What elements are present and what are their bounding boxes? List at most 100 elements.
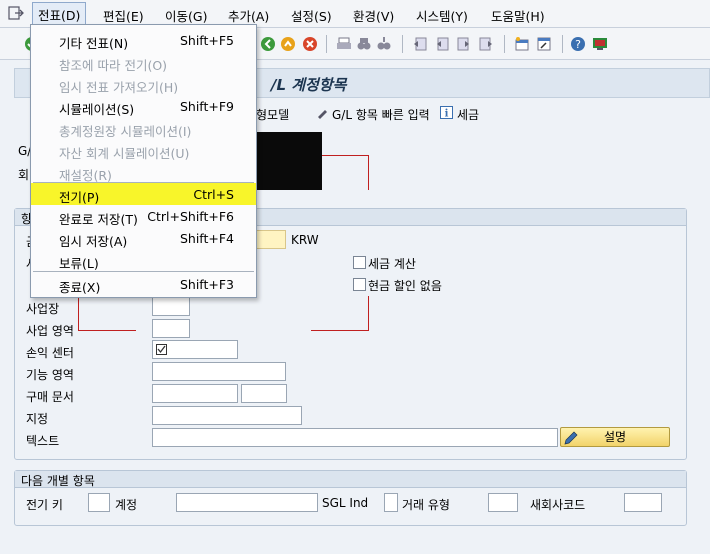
business-place-field[interactable] xyxy=(152,297,190,316)
profit-center-label: 손익 센터 xyxy=(26,346,74,360)
sgl-ind-label: SGL Ind xyxy=(322,496,369,510)
edit-icon xyxy=(318,110,327,119)
menu-item-label: 참조에 따라 전기(O) xyxy=(59,58,168,73)
posting-key-field[interactable] xyxy=(88,493,110,512)
business-area-field[interactable] xyxy=(152,319,190,338)
svg-text:i: i xyxy=(445,109,449,120)
find-icon[interactable] xyxy=(356,36,372,52)
help-icon[interactable]: ? xyxy=(570,36,586,52)
menu-item-save-as-completed[interactable]: 완료로 저장(T) Ctrl+Shift+F6 xyxy=(31,205,256,227)
menu-edit[interactable]: 편집(E) xyxy=(103,6,144,25)
menu-item-label: 종료(X) xyxy=(59,280,101,295)
amount-field[interactable] xyxy=(254,230,286,249)
purchasing-doc-label: 구매 문서 xyxy=(26,390,74,404)
profit-center-field[interactable] xyxy=(152,340,238,359)
functional-area-field[interactable] xyxy=(152,362,286,381)
menu-item-hold[interactable]: 보류(L) xyxy=(31,249,256,271)
cancel-icon[interactable] xyxy=(302,36,318,52)
company-code-label: 회 xyxy=(18,168,30,182)
back-icon[interactable] xyxy=(260,36,276,52)
tax-button[interactable]: i 세금 xyxy=(440,106,479,123)
toolbar-separator xyxy=(504,35,505,53)
menu-extras[interactable]: 추가(A) xyxy=(228,6,269,25)
business-place-label: 사업장 xyxy=(26,302,60,316)
svg-text:?: ? xyxy=(575,38,581,51)
menu-settings[interactable]: 설정(S) xyxy=(291,6,332,25)
shortcut-icon[interactable] xyxy=(536,36,552,52)
model-button[interactable]: 형모델 xyxy=(256,106,289,123)
text-field[interactable] xyxy=(152,428,558,447)
menu-help[interactable]: 도움말(H) xyxy=(491,6,545,25)
menu-item-other-document[interactable]: 기타 전표(N) Shift+F5 xyxy=(31,29,256,51)
prev-page-icon[interactable] xyxy=(434,36,450,52)
new-session-icon[interactable] xyxy=(514,36,530,52)
menu-environment[interactable]: 환경(V) xyxy=(353,6,394,25)
annotation-line xyxy=(78,330,136,331)
pencil-icon xyxy=(564,431,578,445)
menu-item-asset-simulation[interactable]: 자산 회계 시뮬레이션(U) xyxy=(31,139,256,161)
menu-item-gl-simulation[interactable]: 총계정원장 시뮬레이션(I) xyxy=(31,117,256,139)
new-company-code-label: 새회사코드 xyxy=(530,498,586,512)
annotation-line xyxy=(322,155,368,156)
transaction-type-label: 거래 유형 xyxy=(402,498,450,512)
info-icon: i xyxy=(440,106,453,119)
annotation-line xyxy=(368,296,369,330)
toolbar-separator xyxy=(326,35,327,53)
gl-quick-entry-button[interactable]: G/L 항목 빠른 입력 xyxy=(316,106,430,123)
purchasing-doc-field[interactable] xyxy=(152,384,238,403)
transaction-type-field[interactable] xyxy=(488,493,518,512)
new-company-code-field[interactable] xyxy=(624,493,662,512)
exit-icon[interactable] xyxy=(280,36,296,52)
business-area-label: 사업 영역 xyxy=(26,324,74,338)
first-page-icon[interactable] xyxy=(412,36,428,52)
menu-item-exit[interactable]: 종료(X) Shift+F3 xyxy=(31,273,256,295)
customize-layout-icon[interactable] xyxy=(592,36,608,52)
next-page-icon[interactable] xyxy=(456,36,472,52)
no-cash-discount-label: 현금 할인 없음 xyxy=(368,279,442,293)
screen-title: /L 계정항목 xyxy=(271,76,347,94)
menu-item-label: 전기(P) xyxy=(59,190,100,205)
menu-item-label: 완료로 저장(T) xyxy=(59,212,138,227)
menu-item-label: 보류(L) xyxy=(59,256,99,271)
app-exit-icon[interactable] xyxy=(8,6,24,20)
purchasing-item-field[interactable] xyxy=(241,384,287,403)
posting-key-label: 전기 키 xyxy=(26,498,63,512)
assignment-label: 지정 xyxy=(26,412,49,426)
toolbar-separator xyxy=(562,35,563,53)
text-label: 텍스트 xyxy=(26,434,60,448)
menu-item-post[interactable]: 전기(P) Ctrl+S xyxy=(31,183,256,205)
menu-separator xyxy=(33,271,254,272)
menu-item-get-parked-document[interactable]: 임시 전표 가져오기(H) xyxy=(31,73,256,95)
tax-calc-checkbox[interactable] xyxy=(353,256,366,269)
no-cash-discount-checkbox[interactable] xyxy=(353,278,366,291)
menu-system[interactable]: 시스템(Y) xyxy=(416,6,468,25)
long-text-button[interactable]: 설명 xyxy=(560,427,670,447)
toolbar-separator xyxy=(402,35,403,53)
print-icon[interactable] xyxy=(336,36,352,52)
menu-item-shortcut: Ctrl+Shift+F6 xyxy=(147,209,234,224)
menu-item-reset[interactable]: 재설정(R) xyxy=(31,161,256,183)
gl-quick-entry-label: G/L 항목 빠른 입력 xyxy=(332,108,430,122)
long-text-label: 설명 xyxy=(603,430,627,444)
menu-goto[interactable]: 이동(G) xyxy=(165,6,207,25)
menu-item-label: 임시 전표 가져오기(H) xyxy=(59,80,179,95)
account-field[interactable] xyxy=(176,493,318,512)
document-dropdown-menu: 기타 전표(N) Shift+F5 참조에 따라 전기(O) 임시 전표 가져오기… xyxy=(30,24,257,298)
menu-item-simulation[interactable]: 시뮬레이션(S) Shift+F9 xyxy=(31,95,256,117)
menu-item-shortcut: Ctrl+S xyxy=(193,187,234,202)
assignment-field[interactable] xyxy=(152,406,302,425)
menu-item-shortcut: Shift+F5 xyxy=(179,33,234,48)
menu-item-label: 기타 전표(N) xyxy=(59,36,129,51)
menu-item-label: 임시 저장(A) xyxy=(59,234,128,249)
redacted-block xyxy=(250,132,322,190)
find-next-icon[interactable] xyxy=(376,36,392,52)
tax-label: 세금 xyxy=(457,108,480,122)
menu-item-post-with-reference[interactable]: 참조에 따라 전기(O) xyxy=(31,51,256,73)
checkmark-icon xyxy=(156,344,167,355)
menu-item-label: 시뮬레이션(S) xyxy=(59,102,135,117)
last-page-icon[interactable] xyxy=(478,36,494,52)
sgl-ind-field[interactable] xyxy=(384,493,398,512)
menu-item-park[interactable]: 임시 저장(A) Shift+F4 xyxy=(31,227,256,249)
menu-item-shortcut: Shift+F4 xyxy=(179,231,234,246)
menu-item-label: 총계정원장 시뮬레이션(I) xyxy=(59,124,192,139)
